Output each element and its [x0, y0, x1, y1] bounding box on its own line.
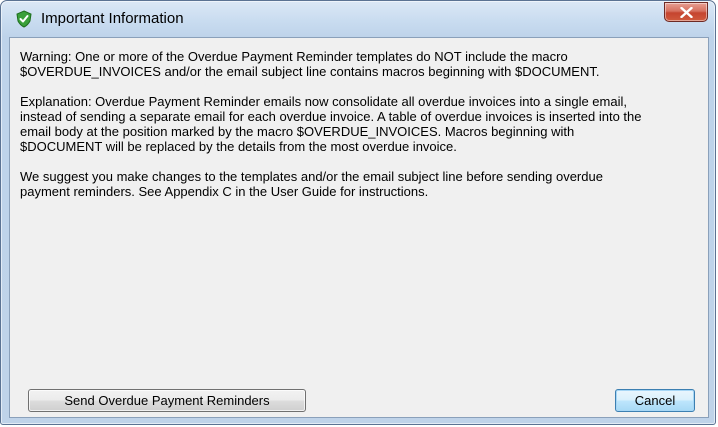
dialog-content: Warning: One or more of the Overdue Paym… [9, 37, 709, 418]
title-bar[interactable]: Important Information [1, 1, 715, 37]
close-icon [680, 7, 693, 18]
message-text: Warning: One or more of the Overdue Paym… [20, 49, 704, 214]
cancel-button[interactable]: Cancel [615, 389, 695, 412]
send-reminders-button[interactable]: Send Overdue Payment Reminders [28, 389, 306, 412]
dialog-window: Important Information Warning: One or mo… [0, 0, 716, 425]
explanation-paragraph: Explanation: Overdue Payment Reminder em… [20, 94, 642, 154]
warning-paragraph: Warning: One or more of the Overdue Paym… [20, 49, 600, 79]
window-title: Important Information [41, 10, 184, 27]
suggestion-paragraph: We suggest you make changes to the templ… [20, 169, 603, 199]
green-shield-check-icon [15, 10, 33, 28]
close-button[interactable] [664, 2, 708, 22]
